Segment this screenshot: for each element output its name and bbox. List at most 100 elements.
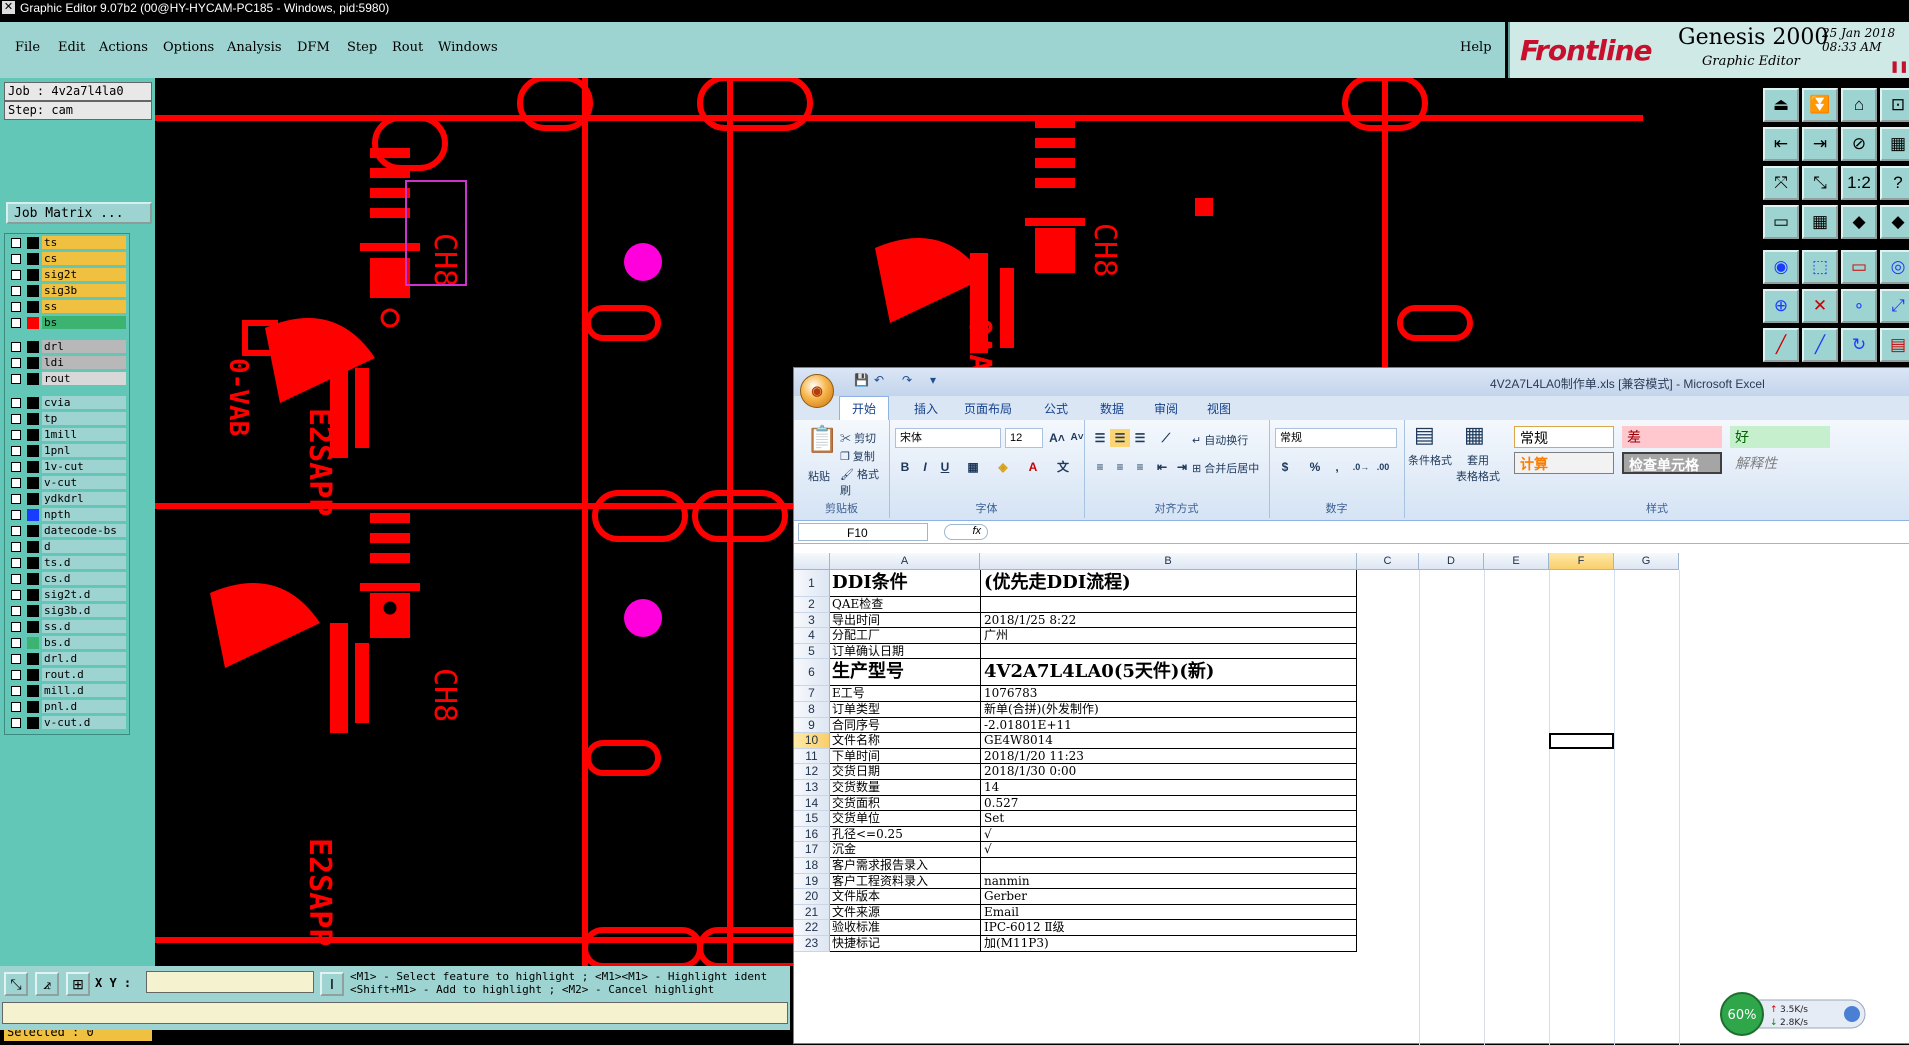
cell-label[interactable]: QAE检查 (830, 597, 980, 613)
layer-name[interactable]: tp (42, 412, 126, 425)
cell-label[interactable]: 快捷标记 (830, 936, 980, 952)
layer-checkbox[interactable] (11, 238, 21, 248)
pointer-icon[interactable]: ⤡ (4, 972, 28, 996)
tab-home[interactable]: 开始 (839, 396, 890, 420)
layer-color-swatch[interactable] (27, 637, 39, 649)
menu-actions[interactable]: Actions (99, 40, 148, 55)
number-format-select[interactable]: 常规 (1275, 428, 1397, 448)
close-icon[interactable]: ✕ (2, 1, 15, 14)
cell-value[interactable] (980, 858, 1357, 874)
layer-color-swatch[interactable] (27, 317, 39, 329)
slash-icon[interactable]: ╱ (1802, 328, 1838, 362)
cell-label[interactable]: 交货数量 (830, 780, 980, 796)
layer-name[interactable]: sig2t (42, 268, 126, 281)
layer-row-bs[interactable]: bs (7, 316, 127, 330)
style-normal[interactable]: 常规 (1514, 426, 1614, 448)
row-header[interactable]: 15 (794, 811, 830, 827)
layer-name[interactable]: sig2t.d (42, 588, 126, 601)
column-header-d[interactable]: D (1419, 553, 1484, 570)
layer-row-bs.d[interactable]: bs.d (7, 636, 127, 650)
cell-value[interactable]: Email (980, 904, 1357, 921)
quick-access-dropdown-icon[interactable]: ▾ (930, 373, 936, 387)
layer-color-swatch[interactable] (27, 373, 39, 385)
undo-icon[interactable]: ↶ (874, 373, 884, 387)
cell-value[interactable]: 0.527 (980, 795, 1357, 812)
menu-rout[interactable]: Rout (392, 40, 423, 55)
cell-label[interactable]: 交货面积 (830, 796, 980, 812)
layer-name[interactable]: rout (42, 372, 126, 385)
select-all-corner[interactable] (794, 553, 830, 570)
layer-row-drl.d[interactable]: drl.d (7, 652, 127, 666)
layer-color-swatch[interactable] (27, 589, 39, 601)
cell-value[interactable]: Gerber (980, 889, 1357, 905)
command-line[interactable] (2, 1002, 788, 1024)
row-header[interactable]: 21 (794, 904, 830, 921)
cell-value[interactable]: 2018/1/25 8:22 (980, 612, 1357, 629)
cell-label[interactable]: 文件来源 (830, 905, 980, 921)
pad2-icon[interactable]: ◆ (1880, 205, 1909, 239)
format-painter-button[interactable]: 🖌 格式刷 (840, 466, 889, 498)
layer-checkbox[interactable] (11, 270, 21, 280)
cell-value[interactable]: 2018/1/30 0:00 (980, 764, 1357, 780)
layer-color-swatch[interactable] (27, 477, 39, 489)
dot-icon[interactable]: ∘ (1841, 289, 1877, 323)
comma-icon[interactable]: , (1327, 458, 1347, 476)
layer-checkbox[interactable] (11, 638, 21, 648)
ratio-icon[interactable]: ⊘ (1841, 127, 1877, 161)
row-header[interactable]: 5 (794, 643, 830, 660)
italic-button[interactable]: I (915, 458, 935, 476)
increase-decimal-icon[interactable]: .0→ (1351, 458, 1371, 476)
ruler-icon[interactable]: ▭ (1841, 250, 1877, 284)
layer-name[interactable]: bs.d (42, 636, 126, 649)
layer-name[interactable]: npth (42, 508, 126, 521)
menu-help[interactable]: Help (1460, 40, 1492, 55)
row-header[interactable]: 9 (794, 717, 830, 734)
layer-color-swatch[interactable] (27, 717, 39, 729)
excel-window[interactable]: 💾 ↶ ↷ ▾ 4V2A7L4LA0制作单.xls [兼容模式] - Micro… (793, 367, 1909, 1045)
layer-row-ts[interactable]: ts (7, 236, 127, 250)
layer-name[interactable]: cvia (42, 396, 126, 409)
layer-color-swatch[interactable] (27, 525, 39, 537)
flip-icon[interactable]: ⬚ (1802, 250, 1838, 284)
layer-row-datecode-bs[interactable]: datecode-bs (7, 524, 127, 538)
layer-name[interactable]: ts.d (42, 556, 126, 569)
layer-name[interactable]: drl.d (42, 652, 126, 665)
push-down-icon[interactable]: ⏬ (1802, 88, 1838, 122)
cell-value[interactable]: Set (980, 811, 1357, 827)
grid-snap-icon[interactable]: ⊞ (66, 972, 90, 996)
row-header[interactable]: 8 (794, 702, 830, 718)
layer-row-cvia[interactable]: cvia (7, 396, 127, 410)
cell-value[interactable]: 新单(合拼)(外发制作) (980, 702, 1357, 718)
layer-row-1v-cut[interactable]: 1v-cut (7, 460, 127, 474)
cell-value[interactable]: √ (980, 826, 1357, 843)
layer-row-sig3b.d[interactable]: sig3b.d (7, 604, 127, 618)
layer-row-cs[interactable]: cs (7, 252, 127, 266)
info-icon[interactable]: Ⅰ (320, 972, 344, 996)
underline-button[interactable]: U (935, 458, 955, 476)
layer-name[interactable]: mill.d (42, 684, 126, 697)
layer-color-swatch[interactable] (27, 397, 39, 409)
align-left-icon[interactable]: ≡ (1090, 458, 1110, 476)
layer-checkbox[interactable] (11, 574, 21, 584)
layer-color-swatch[interactable] (27, 573, 39, 585)
fill-color-icon[interactable]: ◈ (993, 458, 1013, 476)
layer-color-swatch[interactable] (27, 685, 39, 697)
row-header[interactable]: 23 (794, 936, 830, 952)
column-header-b[interactable]: B (980, 553, 1357, 570)
layer-name[interactable]: cs (42, 252, 126, 265)
column-header-e[interactable]: E (1484, 553, 1549, 570)
style-good[interactable]: 好 (1730, 426, 1830, 448)
font-size-select[interactable]: 12 (1005, 428, 1043, 448)
row-header[interactable]: 13 (794, 780, 830, 796)
layer-row-ss.d[interactable]: ss.d (7, 620, 127, 634)
merge-center-button[interactable]: ⊞ 合并后居中 (1192, 460, 1259, 476)
cut-button[interactable]: ✂ 剪切 (840, 430, 876, 446)
layer-checkbox[interactable] (11, 494, 21, 504)
cell-label[interactable]: 文件版本 (830, 889, 980, 905)
layer-checkbox[interactable] (11, 654, 21, 664)
layer-name[interactable]: pnl.d (42, 700, 126, 713)
layer-color-swatch[interactable] (27, 237, 39, 249)
layer-name[interactable]: ts (42, 236, 126, 249)
layer-checkbox[interactable] (11, 686, 21, 696)
cell-value[interactable]: -2.01801E+11 (980, 717, 1357, 734)
